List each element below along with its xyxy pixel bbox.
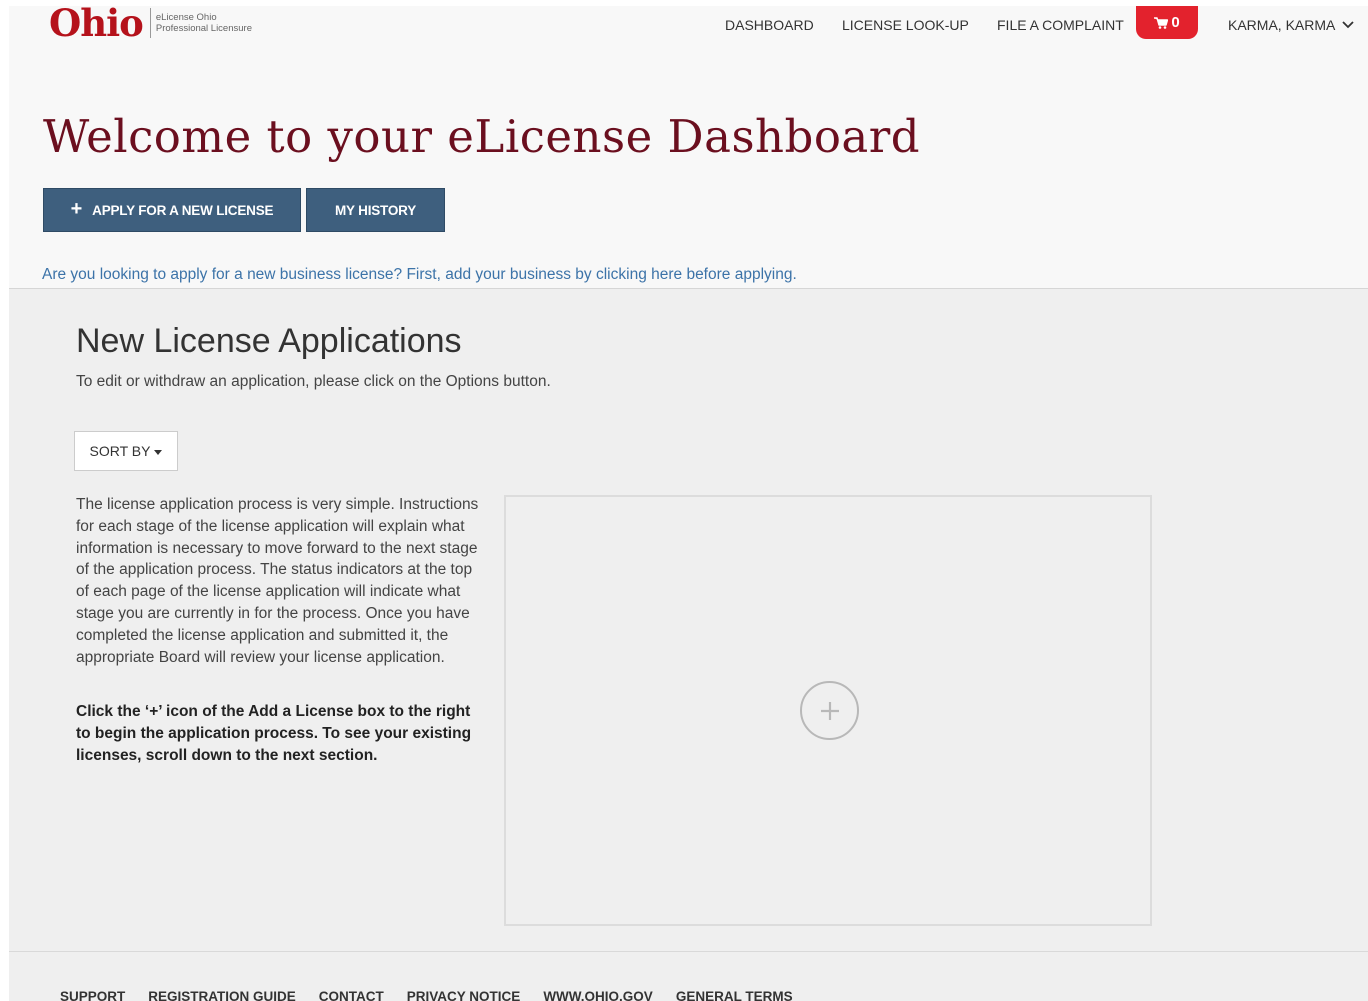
logo-subtitle: eLicense Ohio Professional Licensure: [156, 12, 252, 34]
add-license-box[interactable]: [504, 495, 1152, 926]
section-title: New License Applications: [76, 322, 462, 360]
intro-instructions: Click the ‘+’ icon of the Add a License …: [76, 703, 472, 764]
logo-subtitle-line2: Professional Licensure: [155, 23, 252, 34]
nav-file-complaint[interactable]: FILE A COMPLAINT: [997, 17, 1124, 33]
nav-license-lookup[interactable]: LICENSE LOOK-UP: [842, 17, 969, 33]
sort-by-dropdown[interactable]: SORT BY: [74, 431, 178, 471]
footer: SUPPORT REGISTRATION GUIDE CONTACT PRIVA…: [9, 951, 1368, 1001]
nav-dashboard[interactable]: DASHBOARD: [725, 17, 814, 33]
apply-new-license-button[interactable]: + APPLY FOR A NEW LICENSE: [43, 188, 301, 232]
ohio-logo[interactable]: Ohio eLicense Ohio Professional Licensur…: [49, 6, 252, 45]
chevron-down-icon: [1342, 21, 1354, 29]
footer-link-contact[interactable]: CONTACT: [319, 989, 384, 1001]
logo-divider: [149, 8, 151, 38]
user-name: KARMA, KARMA: [1228, 17, 1336, 33]
cart-button[interactable]: 0: [1136, 6, 1198, 39]
footer-link-ohio-gov[interactable]: WWW.OHIO.GOV: [543, 989, 653, 1001]
user-menu[interactable]: KARMA, KARMA: [1228, 17, 1354, 33]
cart-icon: [1154, 16, 1169, 29]
plus-icon: +: [70, 198, 83, 220]
logo-subtitle-line1: eLicense Ohio: [155, 12, 217, 23]
caret-down-icon: [154, 449, 163, 455]
plus-circle-icon: [820, 701, 839, 720]
cart-count: 0: [1171, 14, 1180, 31]
footer-link-privacy-notice[interactable]: PRIVACY NOTICE: [407, 989, 521, 1001]
add-business-link[interactable]: Are you looking to apply for a new busin…: [42, 266, 797, 284]
apply-button-label: APPLY FOR A NEW LICENSE: [92, 202, 274, 218]
sort-by-label: SORT BY: [89, 443, 151, 459]
add-license-button[interactable]: [800, 681, 859, 740]
top-header: Ohio eLicense Ohio Professional Licensur…: [9, 6, 1368, 46]
history-button-label: MY HISTORY: [334, 202, 417, 218]
new-license-applications-section: New License Applications To edit or with…: [9, 288, 1368, 951]
page-title: Welcome to your eLicense Dashboard: [43, 110, 921, 163]
page: Ohio eLicense Ohio Professional Licensur…: [9, 6, 1368, 1001]
footer-link-general-terms[interactable]: GENERAL TERMS: [676, 989, 793, 1001]
logo-wordmark: Ohio: [49, 6, 144, 45]
footer-link-support[interactable]: SUPPORT: [60, 989, 125, 1001]
intro-text: The license application process is very …: [76, 496, 479, 666]
footer-link-registration-guide[interactable]: REGISTRATION GUIDE: [148, 989, 296, 1001]
section-subtitle: To edit or withdraw an application, plea…: [76, 373, 551, 390]
footer-links: SUPPORT REGISTRATION GUIDE CONTACT PRIVA…: [60, 989, 793, 1001]
my-history-button[interactable]: MY HISTORY: [306, 188, 445, 232]
